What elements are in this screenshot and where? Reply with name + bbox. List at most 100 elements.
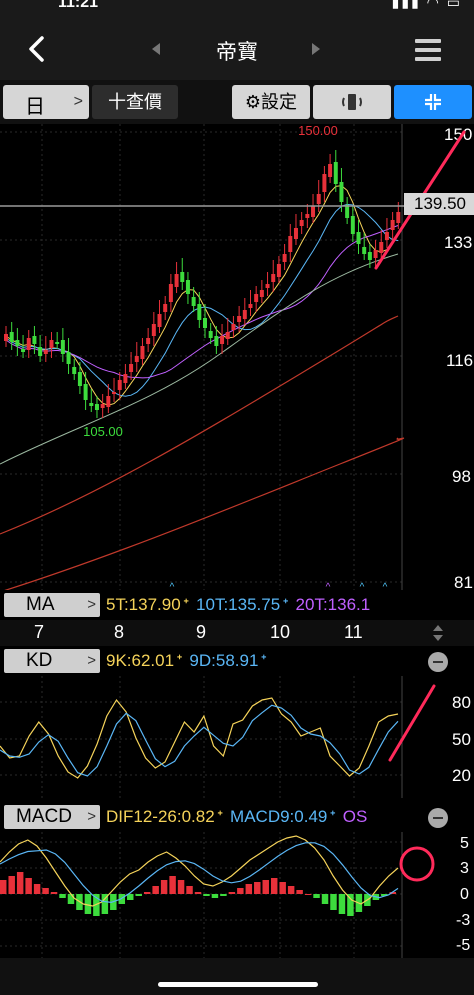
candle-body: [311, 206, 316, 217]
kd-axis-label: 50: [452, 730, 471, 749]
ma120-line: [0, 315, 399, 535]
candle-body: [197, 304, 202, 320]
candle-body: [367, 252, 372, 260]
macd-bar: [330, 894, 337, 910]
candle-body: [259, 290, 264, 297]
kd-indicator-selector[interactable]: KD >: [4, 649, 100, 673]
candle-body: [140, 346, 145, 359]
candle-body: [362, 247, 367, 254]
candle-body: [32, 336, 37, 344]
macd-bar: [143, 892, 151, 894]
candle-body: [185, 280, 190, 294]
period-label: 日: [25, 96, 45, 118]
date-label: 11: [344, 622, 363, 642]
current-price-tag: 139.50: [404, 193, 474, 215]
macd-bar: [313, 894, 320, 898]
price-chart[interactable]: 150.00 105.00 150 133 116 98 81 ^ ^ ^ ^: [0, 124, 474, 590]
candle-body: [384, 232, 389, 240]
candle-body: [214, 336, 219, 346]
svg-text:^: ^: [360, 582, 365, 590]
candle-body: [60, 340, 65, 354]
next-stock-icon[interactable]: [310, 42, 322, 56]
resize-updown-icon[interactable]: [432, 624, 444, 642]
candle-body: [151, 324, 156, 336]
rotate-button[interactable]: [313, 85, 391, 119]
macd-bar: [211, 894, 219, 898]
macd-bar: [67, 894, 75, 904]
date-label: 7: [34, 622, 45, 642]
settings-button[interactable]: ⚙設定: [232, 85, 310, 119]
price-query-button[interactable]: 十查價: [92, 85, 178, 119]
macd-indicator-selector[interactable]: MACD >: [4, 805, 100, 829]
macd-bar: [279, 882, 286, 894]
macd-bar: [237, 888, 244, 894]
candle-body: [83, 384, 88, 400]
macd-name: MACD: [16, 806, 72, 827]
annotation-circle: [399, 846, 435, 882]
macd-header: MACD > DIF12-26:0.82 ᐩ MACD9:0.49 ᐩ OS: [0, 802, 474, 832]
candle-body: [4, 334, 8, 341]
macd-osc-value: OS: [342, 807, 368, 826]
svg-text:^: ^: [383, 582, 388, 590]
kd-k-value: 9K:62.01: [106, 651, 175, 670]
macd-bar: [245, 884, 253, 894]
kd-header: KD > 9K:62.01 ᐩ 9D:58.91 ᐩ: [0, 646, 474, 676]
candle-body: [237, 316, 242, 322]
period-selector[interactable]: 日 >: [3, 85, 89, 119]
candle-body: [146, 338, 151, 344]
macd-bar: [169, 876, 176, 894]
collapse-icon: [425, 94, 441, 110]
fullscreen-button[interactable]: [394, 85, 472, 119]
ma20-value: 20T:136.1: [295, 595, 371, 614]
candle-body: [163, 304, 168, 312]
macd-bar: [160, 880, 168, 894]
candle-body: [288, 236, 293, 252]
candle-body: [282, 254, 287, 262]
candle-body: [322, 174, 327, 192]
macd-axis-label: 3: [460, 860, 469, 877]
ma10-line: [5, 203, 399, 397]
event-markers: ^ ^ ^ ^: [170, 582, 388, 590]
menu-icon[interactable]: [414, 36, 442, 64]
macd-bar: [338, 894, 346, 914]
candle-body: [49, 340, 54, 348]
kd-axis-label: 20: [452, 766, 471, 785]
kd-d-value: 9D:58.91: [189, 651, 259, 670]
macd-bar: [177, 880, 185, 894]
candle-body: [123, 374, 128, 383]
macd-bar: [50, 892, 58, 894]
candle-body: [231, 324, 236, 330]
candle-body: [134, 356, 139, 362]
macd-values: DIF12-26:0.82 ᐩ MACD9:0.49 ᐩ OS: [106, 807, 368, 826]
macd-bar: [16, 872, 24, 894]
macd-signal-value: MACD9:0.49: [230, 807, 328, 826]
candle-body: [77, 372, 82, 386]
macd-bar: [203, 894, 210, 896]
kd-grid: [0, 676, 402, 798]
price-axis-label: 98: [452, 467, 471, 486]
low-price-label: 105.00: [83, 424, 123, 439]
candle-body: [21, 349, 26, 352]
candle-body: [390, 220, 395, 230]
ma-header: MA > 5T:137.90 ᐩ 10T:135.75 ᐩ 20T:136.1: [0, 590, 474, 620]
macd-bar: [347, 894, 354, 916]
kd-chart[interactable]: 80 50 20: [0, 676, 474, 798]
home-indicator[interactable]: [158, 982, 318, 987]
remove-macd-button[interactable]: [428, 808, 448, 828]
macd-axis-label: 5: [460, 835, 469, 852]
ma-indicator-selector[interactable]: MA >: [4, 593, 100, 617]
candle-body: [350, 216, 355, 234]
rotate-icon: [342, 94, 362, 110]
previous-stock-icon[interactable]: [150, 42, 162, 56]
remove-kd-button[interactable]: [428, 652, 448, 672]
macd-bar: [59, 894, 66, 898]
back-icon[interactable]: [22, 34, 52, 64]
ma-name: MA: [26, 594, 55, 615]
svg-text:^: ^: [170, 582, 175, 590]
candle-body: [305, 214, 310, 218]
macd-axis-label: -3: [456, 912, 470, 929]
candle-body: [220, 336, 225, 344]
nav-bar: 帝寶: [0, 14, 474, 80]
kd-axis-label: 80: [452, 693, 471, 712]
macd-chart[interactable]: 5 3 0 -3 -5: [0, 832, 474, 958]
